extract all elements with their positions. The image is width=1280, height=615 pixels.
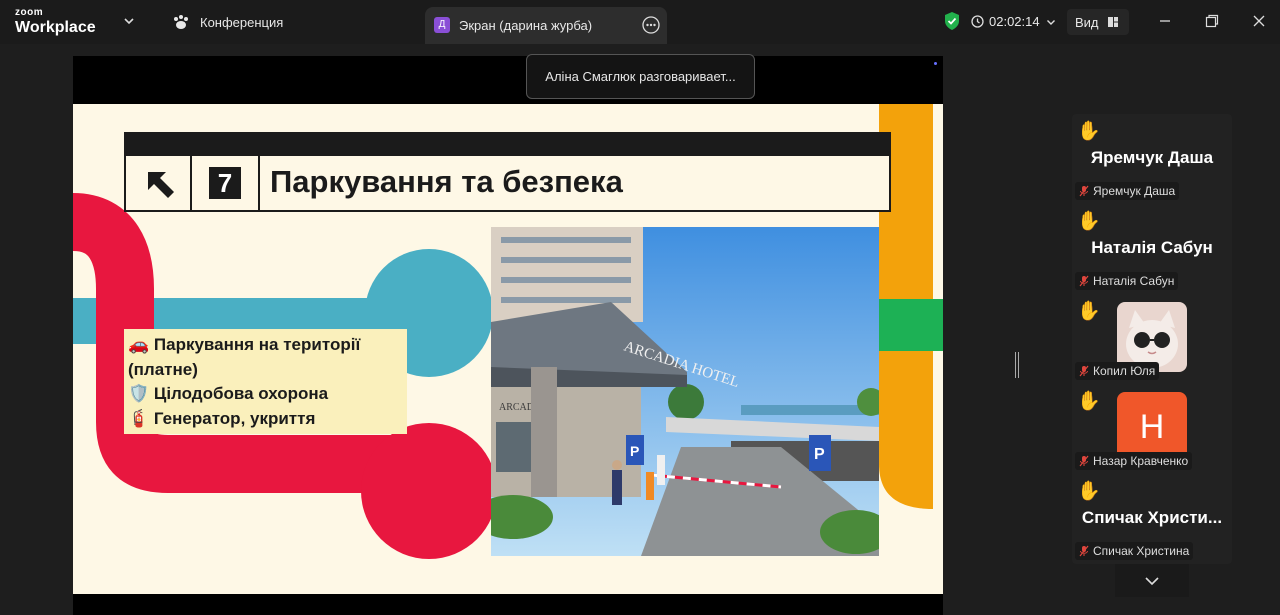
chevron-down-icon	[1145, 576, 1159, 585]
timer-value: 02:02:14	[989, 14, 1040, 29]
view-button[interactable]: Вид	[1067, 9, 1129, 35]
participant-tile[interactable]: H ✋ Назар Кравченко	[1072, 384, 1232, 474]
slide-number: 7	[209, 167, 241, 199]
participant-tile[interactable]: ✋ Спичак Христи... Спичак Христина	[1072, 474, 1232, 564]
car-icon: 🚗	[128, 335, 150, 354]
info-line-paid: (платне)	[128, 359, 198, 379]
participant-display-name: Яремчук Даша	[1090, 148, 1214, 167]
brand-main-text: Workplace	[15, 19, 96, 36]
participant-name-tag: Яремчук Даша	[1075, 182, 1180, 200]
minimize-icon[interactable]	[1156, 12, 1174, 30]
info-line-parking: 🚗 Паркування на території	[128, 335, 361, 354]
mic-muted-icon	[1079, 275, 1089, 287]
sharer-badge: Д	[434, 17, 450, 33]
view-label: Вид	[1075, 14, 1099, 30]
speaking-notification: Аліна Смаглюк разговаривает...	[526, 54, 755, 99]
mic-muted-icon	[1079, 545, 1089, 557]
participant-display-name: Наталія Сабун	[1091, 238, 1213, 257]
slide-number-cell: 7	[192, 156, 260, 210]
participant-tile[interactable]: ✋ Копил Юля	[1072, 294, 1232, 384]
more-options-icon[interactable]	[642, 16, 660, 34]
shield-icon: 🛡️	[128, 384, 150, 403]
restore-icon[interactable]	[1203, 12, 1221, 30]
fire-extinguisher-icon: 🧯	[128, 408, 150, 428]
layout-icon	[1107, 17, 1118, 27]
participant-name-tag: Копил Юля	[1075, 362, 1160, 380]
clock-icon	[971, 15, 984, 28]
svg-text:P: P	[630, 443, 639, 459]
shared-screen: 7 Паркування та безпека 🚗 Паркування на …	[73, 56, 943, 615]
participants-paw-icon	[174, 15, 188, 29]
screen-tab-label: Экран (дарина журба)	[459, 18, 593, 33]
conference-label: Конференция	[200, 14, 284, 30]
slide-title: Паркування та безпека	[270, 164, 623, 199]
info-line-security: 🛡️ Цілодобова охорона	[128, 384, 329, 403]
brand-top-text: zoom	[15, 7, 44, 18]
svg-text:P: P	[814, 446, 825, 463]
info-box: 🚗 Паркування на території (платне) 🛡️ Ці…	[124, 329, 407, 434]
participant-tile[interactable]: ✋ Наталія Сабун Наталія Сабун	[1072, 204, 1232, 294]
participant-name-tag: Спичак Христина	[1075, 542, 1194, 560]
raised-hand-icon: ✋	[1077, 391, 1101, 412]
participants-panel: ✋ Яремчук Даша Яремчук Даша ✋ Наталія Са…	[1072, 114, 1232, 564]
raised-hand-icon: ✋	[1077, 211, 1101, 232]
conference-button[interactable]: Конференция	[172, 14, 283, 30]
slide-title-bar: 7 Паркування та безпека	[124, 132, 891, 212]
mic-muted-icon	[1079, 455, 1089, 467]
speaking-text: Аліна Смаглюк разговаривает...	[545, 69, 736, 84]
participant-display-name: Спичак Христи...	[1081, 508, 1223, 527]
participant-name-tag: Назар Кравченко	[1075, 452, 1193, 470]
share-indicator-dot	[934, 62, 937, 65]
top-bar: zoom Workplace Конференция Д Экран (дари…	[0, 0, 1280, 44]
scroll-participants-down-button[interactable]	[1115, 564, 1189, 597]
meeting-timer[interactable]: 02:02:14	[971, 14, 1057, 29]
close-icon[interactable]	[1250, 12, 1268, 30]
security-shield-icon[interactable]	[943, 11, 961, 31]
participant-name-tag: Наталія Сабун	[1075, 272, 1179, 290]
app-logo: zoom Workplace	[15, 8, 96, 36]
hotel-parking-photo: ARCADIA HOTEL ARCADIA P P	[491, 227, 879, 556]
panel-resize-handle[interactable]	[1015, 352, 1019, 378]
chevron-down-icon[interactable]	[122, 14, 136, 28]
screen-share-tab[interactable]: Д Экран (дарина журба)	[425, 7, 667, 44]
raised-hand-icon: ✋	[1077, 481, 1101, 502]
participant-tile[interactable]: ✋ Яремчук Даша Яремчук Даша	[1072, 114, 1232, 204]
title-box: 7 Паркування та безпека	[124, 156, 891, 212]
raised-hand-icon: ✋	[1077, 301, 1101, 322]
title-bar-top-strip	[124, 132, 891, 156]
arrow-up-left-icon	[126, 156, 192, 210]
mic-muted-icon	[1079, 365, 1089, 377]
raised-hand-icon: ✋	[1077, 121, 1101, 142]
mic-muted-icon	[1079, 185, 1089, 197]
chevron-down-icon	[1046, 19, 1055, 25]
info-line-generator: 🧯 Генератор, укриття	[128, 408, 316, 428]
presentation-slide: 7 Паркування та безпека 🚗 Паркування на …	[73, 104, 943, 594]
